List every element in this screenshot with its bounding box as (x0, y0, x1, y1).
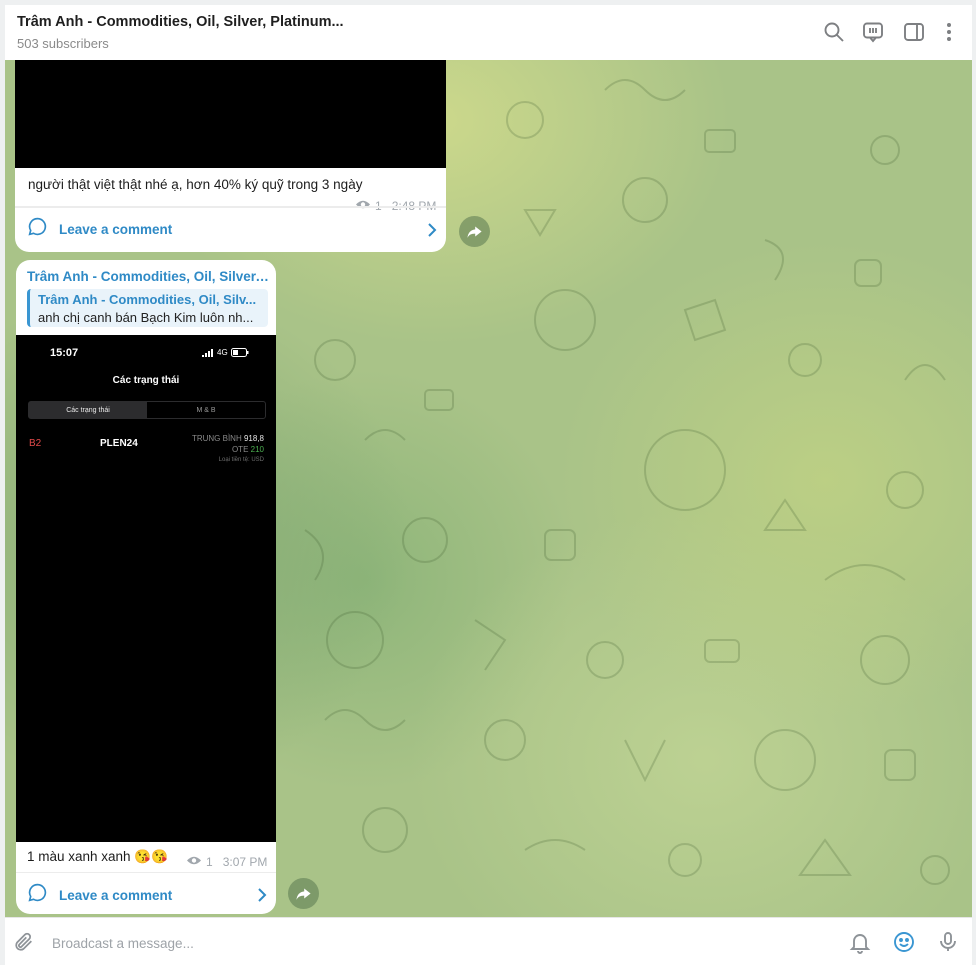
channel-title[interactable]: Trâm Anh - Commodities, Oil, Silver, Pla… (17, 14, 344, 30)
leave-comment-button[interactable]: Leave a comment (27, 216, 172, 242)
leave-comment-label: Leave a comment (59, 221, 173, 237)
message-time: 3:07 PM (222, 855, 268, 869)
message-bubble[interactable]: người thật việt thật nhé ạ, hơn 40% ký q… (15, 60, 446, 252)
comment-divider (16, 872, 276, 873)
avg-value: 918,8 (243, 434, 264, 443)
network-label: 4G (217, 348, 228, 357)
views-icon (186, 855, 202, 869)
phone-tab-positions: Các trạng thái (29, 402, 147, 418)
message-media-video[interactable] (15, 60, 446, 168)
phone-status: 4G (202, 348, 249, 357)
message-input[interactable] (50, 930, 654, 956)
chat-header: Trâm Anh - Commodities, Oil, Silver, Pla… (5, 5, 972, 61)
chat-area[interactable]: người thật việt thật nhé ạ, hơn 40% ký q… (5, 60, 972, 917)
avg-label: TRUNG BÌNH (191, 434, 242, 443)
reply-text: anh chị canh bán Bạch Kim luôn nh... (38, 310, 254, 325)
share-arrow-icon (296, 888, 311, 900)
chevron-right-icon (428, 223, 437, 237)
phone-time: 15:07 (50, 347, 79, 359)
share-button[interactable] (459, 216, 490, 247)
position-symbol: PLEN24 (100, 438, 138, 449)
ote-label: OTE (231, 445, 249, 454)
sidebar-toggle-icon[interactable] (902, 20, 926, 44)
reply-author: Trâm Anh - Commodities, Oil, Silv... (38, 292, 257, 307)
chevron-right-icon (258, 888, 267, 902)
currency-note: Loại tiền tệ: USD (218, 457, 264, 463)
more-menu-icon[interactable] (937, 20, 961, 44)
subscriber-count: 503 subscribers (17, 36, 109, 51)
discussion-icon[interactable] (861, 20, 885, 44)
message-caption: người thật việt thật nhé ạ, hơn 40% ký q… (28, 177, 363, 192)
search-icon[interactable] (822, 20, 846, 44)
signal-icon (202, 348, 213, 357)
comment-divider (15, 207, 446, 208)
comment-icon (27, 882, 48, 908)
message-meta: 1 3:07 PM (186, 855, 267, 869)
position-side: B2 (29, 438, 42, 449)
attach-icon[interactable] (13, 931, 35, 953)
phone-tab-bar: Các trạng thái M & B (28, 401, 266, 419)
notifications-bell-icon[interactable] (848, 930, 872, 954)
leave-comment-label: Leave a comment (59, 887, 173, 903)
reply-quote[interactable]: Trâm Anh - Commodities, Oil, Silv... anh… (27, 289, 268, 327)
message-media-image[interactable]: 15:07 4G Các trạng thái Các trạng thái M… (16, 335, 276, 842)
telegram-window: Trâm Anh - Commodities, Oil, Silver, Pla… (5, 5, 972, 965)
share-button[interactable] (288, 878, 319, 909)
comment-icon (27, 216, 48, 242)
microphone-icon[interactable] (936, 930, 960, 954)
phone-screen-title: Các trạng thái (112, 375, 180, 386)
battery-icon (230, 348, 249, 357)
message-composer (5, 917, 972, 965)
message-caption: 1 màu xanh xanh 😘😘 (27, 849, 168, 864)
emoji-icon[interactable] (892, 930, 916, 954)
phone-tab-mb: M & B (196, 406, 216, 414)
view-count: 1 (206, 855, 213, 869)
ote-value: 210 (250, 445, 264, 454)
share-arrow-icon (467, 226, 482, 238)
position-values: TRUNG BÌNH 918,8 OTE 210 Loại tiền tệ: U… (192, 433, 264, 466)
leave-comment-button[interactable]: Leave a comment (27, 882, 172, 908)
forwarded-author[interactable]: Trâm Anh - Commodities, Oil, Silver, ... (27, 269, 269, 284)
message-bubble[interactable]: Trâm Anh - Commodities, Oil, Silver, ...… (16, 260, 276, 914)
